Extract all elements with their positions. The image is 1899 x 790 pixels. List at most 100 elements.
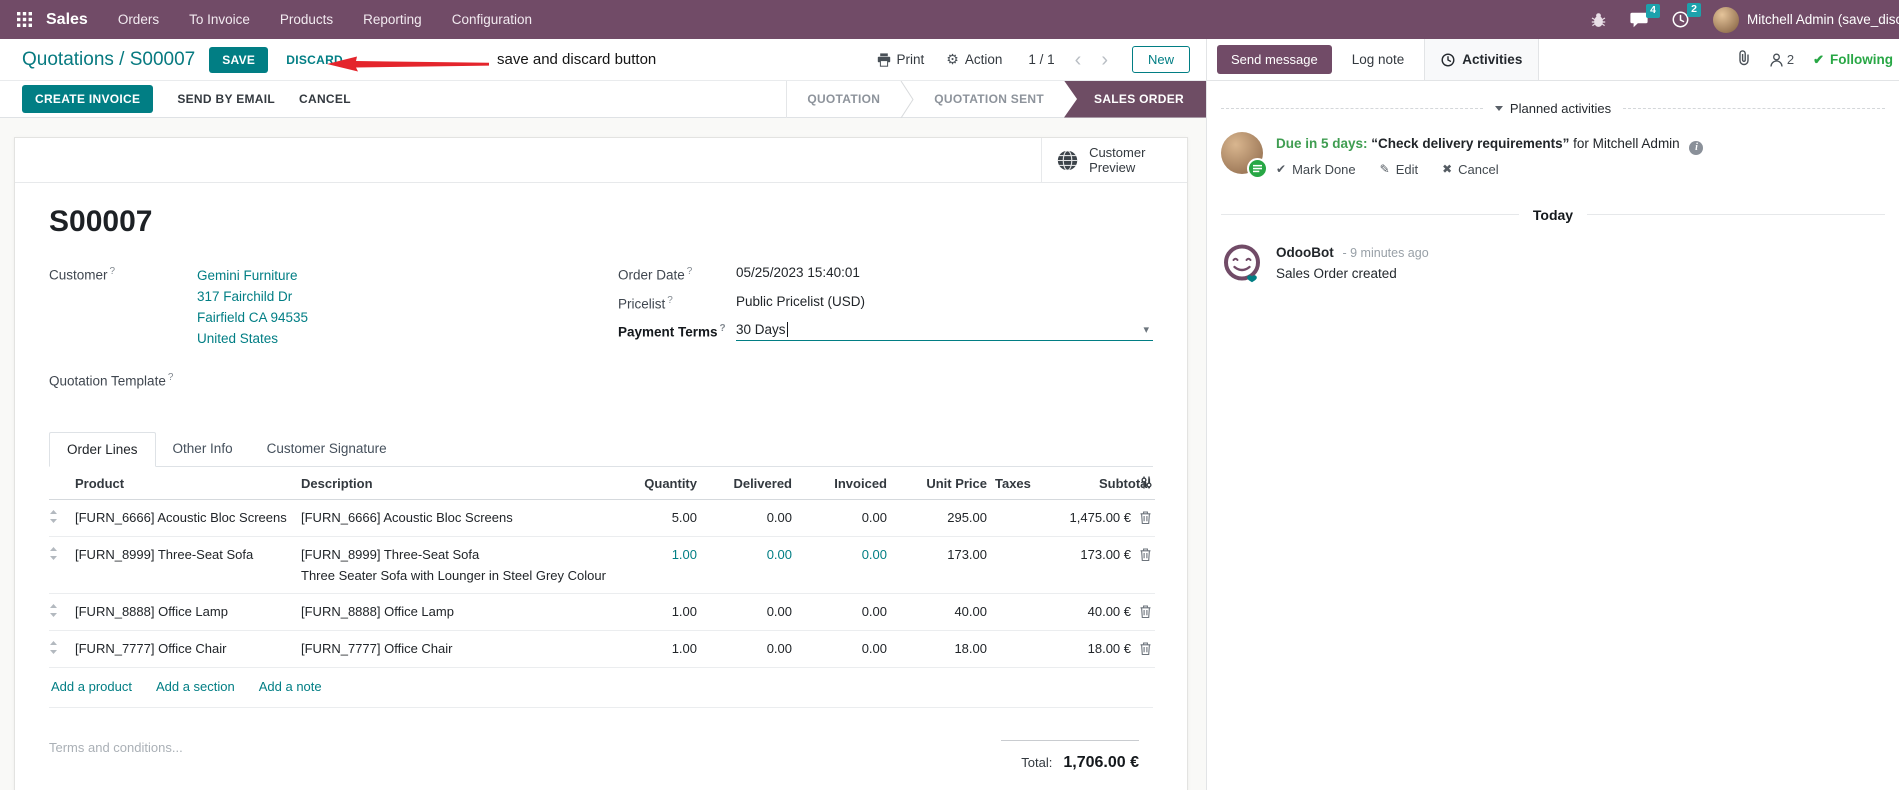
action-button[interactable]: ⚙ Action: [946, 51, 1002, 68]
cell-unit-price[interactable]: 18.00: [891, 630, 991, 668]
cell-product[interactable]: [FURN_8888] Office Lamp: [71, 593, 297, 631]
quantity-header[interactable]: Quantity: [621, 466, 701, 500]
menu-reporting[interactable]: Reporting: [363, 12, 422, 27]
delete-row-icon[interactable]: [1140, 547, 1151, 561]
table-row[interactable]: [FURN_8999] Three-Seat Sofa [FURN_8999] …: [49, 536, 1155, 594]
cell-unit-price[interactable]: 295.00: [891, 499, 991, 537]
table-row[interactable]: [FURN_6666] Acoustic Bloc Screens [FURN_…: [49, 499, 1155, 537]
cell-delivered[interactable]: 0.00: [701, 536, 796, 594]
menu-configuration[interactable]: Configuration: [452, 12, 532, 27]
messages-icon[interactable]: 4: [1630, 3, 1660, 28]
debug-bug-icon[interactable]: [1591, 12, 1606, 28]
following-button[interactable]: ✔ Following: [1813, 52, 1893, 68]
optional-columns-icon[interactable]: [1140, 476, 1153, 492]
cell-description[interactable]: [FURN_7777] Office Chair: [297, 630, 621, 668]
drag-handle-icon[interactable]: [49, 499, 71, 537]
add-note-link[interactable]: Add a note: [259, 679, 322, 694]
quotation-template-field[interactable]: Quotation Template?: [49, 371, 618, 389]
cell-product[interactable]: [FURN_6666] Acoustic Bloc Screens: [71, 499, 297, 537]
table-row[interactable]: [FURN_8888] Office Lamp [FURN_8888] Offi…: [49, 593, 1155, 631]
cell-quantity[interactable]: 1.00: [621, 536, 701, 594]
followers-button[interactable]: 2: [1770, 52, 1794, 67]
create-invoice-button[interactable]: CREATE INVOICE: [22, 85, 154, 113]
activity-avatar[interactable]: [1221, 132, 1268, 179]
cancel-button[interactable]: CANCEL: [299, 92, 351, 106]
save-button[interactable]: SAVE: [209, 46, 269, 73]
delete-row-icon[interactable]: [1140, 510, 1151, 524]
cell-invoiced[interactable]: 0.00: [796, 630, 891, 668]
cell-delivered[interactable]: 0.00: [701, 499, 796, 537]
cell-quantity[interactable]: 5.00: [621, 499, 701, 537]
edit-activity-button[interactable]: ✎ Edit: [1380, 162, 1418, 177]
invoiced-header[interactable]: Invoiced: [796, 466, 891, 500]
cell-product[interactable]: [FURN_8999] Three-Seat Sofa: [71, 536, 297, 594]
delete-row-icon[interactable]: [1140, 604, 1151, 618]
delete-row-icon[interactable]: [1140, 641, 1151, 655]
tab-order-lines[interactable]: Order Lines: [49, 431, 156, 467]
pager-next-icon[interactable]: ›: [1101, 50, 1108, 70]
message-author[interactable]: OdooBot: [1276, 245, 1334, 260]
log-note-button[interactable]: Log note: [1352, 52, 1405, 67]
cell-taxes[interactable]: [991, 536, 1051, 594]
drag-handle-icon[interactable]: [49, 536, 71, 594]
activities-clock-icon[interactable]: 2: [1672, 3, 1701, 28]
dropdown-caret-icon[interactable]: ▾: [1143, 323, 1153, 336]
cell-taxes[interactable]: [991, 593, 1051, 631]
menu-to-invoice[interactable]: To Invoice: [189, 12, 250, 27]
table-row[interactable]: [FURN_7777] Office Chair [FURN_7777] Off…: [49, 630, 1155, 668]
app-name[interactable]: Sales: [46, 11, 88, 29]
product-header[interactable]: Product: [71, 466, 297, 500]
drag-handle-icon[interactable]: [49, 593, 71, 631]
cell-description[interactable]: [FURN_8999] Three-Seat Sofa Three Seater …: [297, 536, 621, 594]
cell-invoiced[interactable]: 0.00: [796, 536, 891, 594]
mark-done-button[interactable]: ✔ Mark Done: [1276, 162, 1356, 177]
cell-unit-price[interactable]: 173.00: [891, 536, 991, 594]
new-button[interactable]: New: [1131, 46, 1190, 73]
cell-invoiced[interactable]: 0.00: [796, 499, 891, 537]
cell-invoiced[interactable]: 0.00: [796, 593, 891, 631]
odoobot-avatar[interactable]: [1221, 243, 1263, 285]
delivered-header[interactable]: Delivered: [701, 466, 796, 500]
taxes-header[interactable]: Taxes: [991, 466, 1051, 500]
pricelist-value[interactable]: Public Pricelist (USD): [736, 294, 865, 312]
add-product-link[interactable]: Add a product: [51, 679, 132, 694]
customer-preview-button[interactable]: Customer Preview: [1041, 138, 1187, 182]
tab-other-info[interactable]: Other Info: [156, 432, 250, 466]
cell-description[interactable]: [FURN_6666] Acoustic Bloc Screens: [297, 499, 621, 537]
order-date-value[interactable]: 05/25/2023 15:40:01: [736, 265, 860, 283]
state-sales-order[interactable]: SALES ORDER: [1064, 80, 1206, 118]
menu-orders[interactable]: Orders: [118, 12, 159, 27]
pager-previous-icon[interactable]: ‹: [1075, 50, 1082, 70]
state-quotation[interactable]: QUOTATION: [787, 81, 900, 118]
menu-products[interactable]: Products: [280, 12, 333, 27]
activities-button[interactable]: Activities: [1424, 39, 1540, 80]
tab-customer-signature[interactable]: Customer Signature: [250, 432, 404, 466]
add-section-link[interactable]: Add a section: [156, 679, 235, 694]
info-icon[interactable]: i: [1689, 140, 1704, 155]
breadcrumb[interactable]: Quotations / S00007: [22, 49, 195, 71]
cancel-activity-button[interactable]: ✖ Cancel: [1442, 162, 1499, 177]
cell-delivered[interactable]: 0.00: [701, 630, 796, 668]
attachments-icon[interactable]: [1736, 50, 1751, 69]
apps-grid-icon[interactable]: [10, 6, 38, 34]
cell-description[interactable]: [FURN_8888] Office Lamp: [297, 593, 621, 631]
planned-activities-toggle[interactable]: Planned activities: [1494, 101, 1611, 116]
cell-delivered[interactable]: 0.00: [701, 593, 796, 631]
print-button[interactable]: Print: [877, 52, 924, 67]
customer-name-link[interactable]: Gemini Furniture: [197, 265, 308, 286]
unit-price-header[interactable]: Unit Price: [891, 466, 991, 500]
cell-quantity[interactable]: 1.00: [621, 593, 701, 631]
send-by-email-button[interactable]: SEND BY EMAIL: [177, 92, 275, 106]
terms-placeholder[interactable]: Terms and conditions...: [49, 740, 183, 772]
description-header[interactable]: Description: [297, 466, 621, 500]
cell-unit-price[interactable]: 40.00: [891, 593, 991, 631]
drag-handle-icon[interactable]: [49, 630, 71, 668]
cell-taxes[interactable]: [991, 630, 1051, 668]
send-message-button[interactable]: Send message: [1217, 45, 1332, 74]
cell-quantity[interactable]: 1.00: [621, 630, 701, 668]
payment-terms-input[interactable]: 30 Days ▾: [736, 322, 1153, 341]
state-quotation-sent[interactable]: QUOTATION SENT: [914, 81, 1064, 118]
cell-product[interactable]: [FURN_7777] Office Chair: [71, 630, 297, 668]
cell-taxes[interactable]: [991, 499, 1051, 537]
user-menu[interactable]: Mitchell Admin (save_discard: [1713, 6, 1899, 33]
